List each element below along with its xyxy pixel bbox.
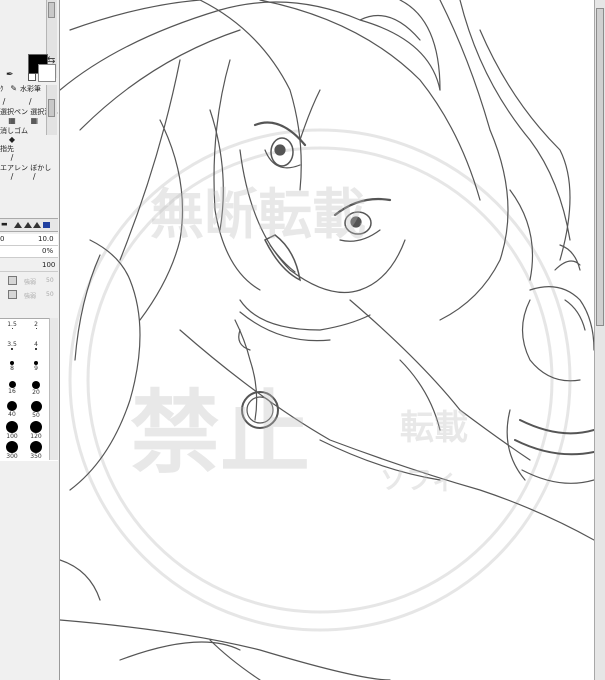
brush-size-preset[interactable]: 8 (0, 361, 24, 381)
brush-dot-icon (35, 328, 37, 329)
tool-panel: ⇆ ✒ ｸ ✎ 水彩筆 ∕ ∕ 選択ペン 選択消し ▦ ▦ 消しゴム ◆ 指先 (0, 0, 60, 680)
brush-dot-icon (7, 401, 17, 411)
brush-size-label: 50 (32, 412, 40, 419)
brush-dot-icon (6, 421, 18, 433)
brush-size-preset[interactable]: 20 (24, 381, 48, 401)
watermark-seal (68, 128, 572, 632)
shape-triangle-icon[interactable] (33, 222, 41, 228)
select-erase-icon: ▦ (30, 116, 39, 125)
brush-dot-icon (30, 421, 42, 433)
brush-icon: ∕ (28, 97, 32, 106)
finger-icon: ∕ (10, 153, 14, 162)
brush-dot-icon (6, 441, 18, 453)
brush-size-label: 16 (8, 388, 16, 395)
min-size-value: 0 (0, 235, 5, 243)
brush-size-preset[interactable]: 40 (0, 401, 24, 421)
pressure-label-1: 強弱 (24, 279, 37, 286)
pressure-value-1: 50 (46, 277, 54, 284)
sketch-artwork (60, 0, 594, 680)
pressure-toggle-2[interactable] (8, 290, 17, 299)
tool-label: ぼかし (30, 164, 52, 172)
shape-triangle-icon[interactable] (14, 222, 22, 228)
eraser-icon: ◆ (8, 135, 16, 144)
scroll-thumb[interactable] (48, 99, 55, 117)
tool-row[interactable]: ｸ ✎ 水彩筆 (0, 84, 41, 98)
shape-square-icon[interactable] (43, 222, 50, 228)
background-color-swatch[interactable] (38, 64, 56, 82)
tool-label: 指先 (0, 145, 14, 153)
pressure-value-2: 50 (46, 291, 54, 298)
density-max: 100 (42, 261, 56, 269)
brush-dot-icon (35, 348, 37, 350)
canvas-vertical-scrollbar[interactable] (594, 0, 605, 680)
brush-icon: ∕ (2, 97, 6, 106)
shape-label: ▬ (1, 220, 8, 228)
brush-size-preset[interactable]: 300 (0, 441, 24, 461)
brush-size-preset[interactable]: 120 (24, 421, 48, 441)
tool-label: エアレン (0, 164, 28, 172)
pressure-toggle-1[interactable] (8, 276, 17, 285)
brush-size-preset[interactable]: 350 (24, 441, 48, 461)
brush-size-preset[interactable]: 4 (24, 341, 48, 361)
tool-label: 選択ペン (0, 108, 28, 116)
brush-size-preset[interactable]: 3.5 (0, 341, 24, 361)
select-pen-icon: ▦ (8, 116, 16, 125)
swap-colors-icon[interactable]: ⇆ (47, 55, 55, 66)
scroll-thumb[interactable] (48, 2, 55, 18)
brush-dot-icon (30, 401, 42, 412)
pen-icon: ✎ (10, 84, 18, 93)
size-value: 10.0 (38, 235, 54, 243)
brush-size-preset[interactable]: 100 (0, 421, 24, 441)
brush-dot-icon (8, 381, 16, 388)
density-row[interactable]: 0% (0, 246, 58, 258)
brush-size-label: 120 (30, 433, 42, 440)
brush-size-preset[interactable]: 9 (24, 361, 48, 381)
brush-size-preset[interactable]: 16 (0, 381, 24, 401)
brush-dot-icon (11, 348, 13, 350)
brush-size-label: 1.5 (7, 321, 17, 328)
tool-row[interactable]: ∕ ∕ (8, 172, 38, 186)
brush-size-label: 9 (34, 365, 38, 372)
brush-dot-icon (11, 328, 13, 329)
density-value: 0% (42, 247, 54, 255)
brush-size-label: 300 (6, 453, 18, 460)
brush-size-label: 8 (10, 365, 14, 372)
shape-triangle-icon[interactable] (24, 222, 32, 228)
brush-size-label: 350 (30, 453, 42, 460)
tool-label: 消しゴム (0, 127, 28, 135)
brush-size-label: 100 (6, 433, 18, 440)
brush-size-preset[interactable]: 2 (24, 321, 48, 341)
brush-shape-bar: ▬ (0, 218, 58, 232)
brush-size-label: 20 (32, 389, 40, 396)
tools-scrollbar[interactable] (46, 85, 57, 135)
tool-label: 水彩筆 (19, 85, 41, 93)
brush-size-label: 40 (8, 411, 16, 418)
brush-size-label: 2 (34, 321, 38, 328)
airbrush-icon: ∕ (10, 172, 14, 181)
pressure-label-2: 強弱 (24, 293, 37, 300)
brush-dot-icon (30, 441, 42, 453)
reset-colors-icon[interactable] (28, 73, 36, 81)
tool-label: ｸ (0, 85, 4, 93)
size-row[interactable]: 0 10.0 (0, 234, 58, 246)
density-max-row: 100 (0, 260, 58, 272)
brush-size-label: 4 (34, 341, 38, 348)
color-picker-icon[interactable]: ✒ (6, 70, 14, 80)
brush-size-scrollbar[interactable] (49, 318, 58, 460)
blur-icon: ∕ (32, 172, 36, 181)
panel-empty-area (0, 462, 58, 680)
drawing-canvas[interactable]: 無断転載 禁止 転載 ソフィ (60, 0, 594, 680)
brush-dot-icon (32, 381, 40, 389)
brush-size-label: 3.5 (7, 341, 17, 348)
brush-size-preset[interactable]: 50 (24, 401, 48, 421)
scroll-thumb[interactable] (596, 8, 604, 326)
brush-size-preset[interactable]: 1.5 (0, 321, 24, 341)
